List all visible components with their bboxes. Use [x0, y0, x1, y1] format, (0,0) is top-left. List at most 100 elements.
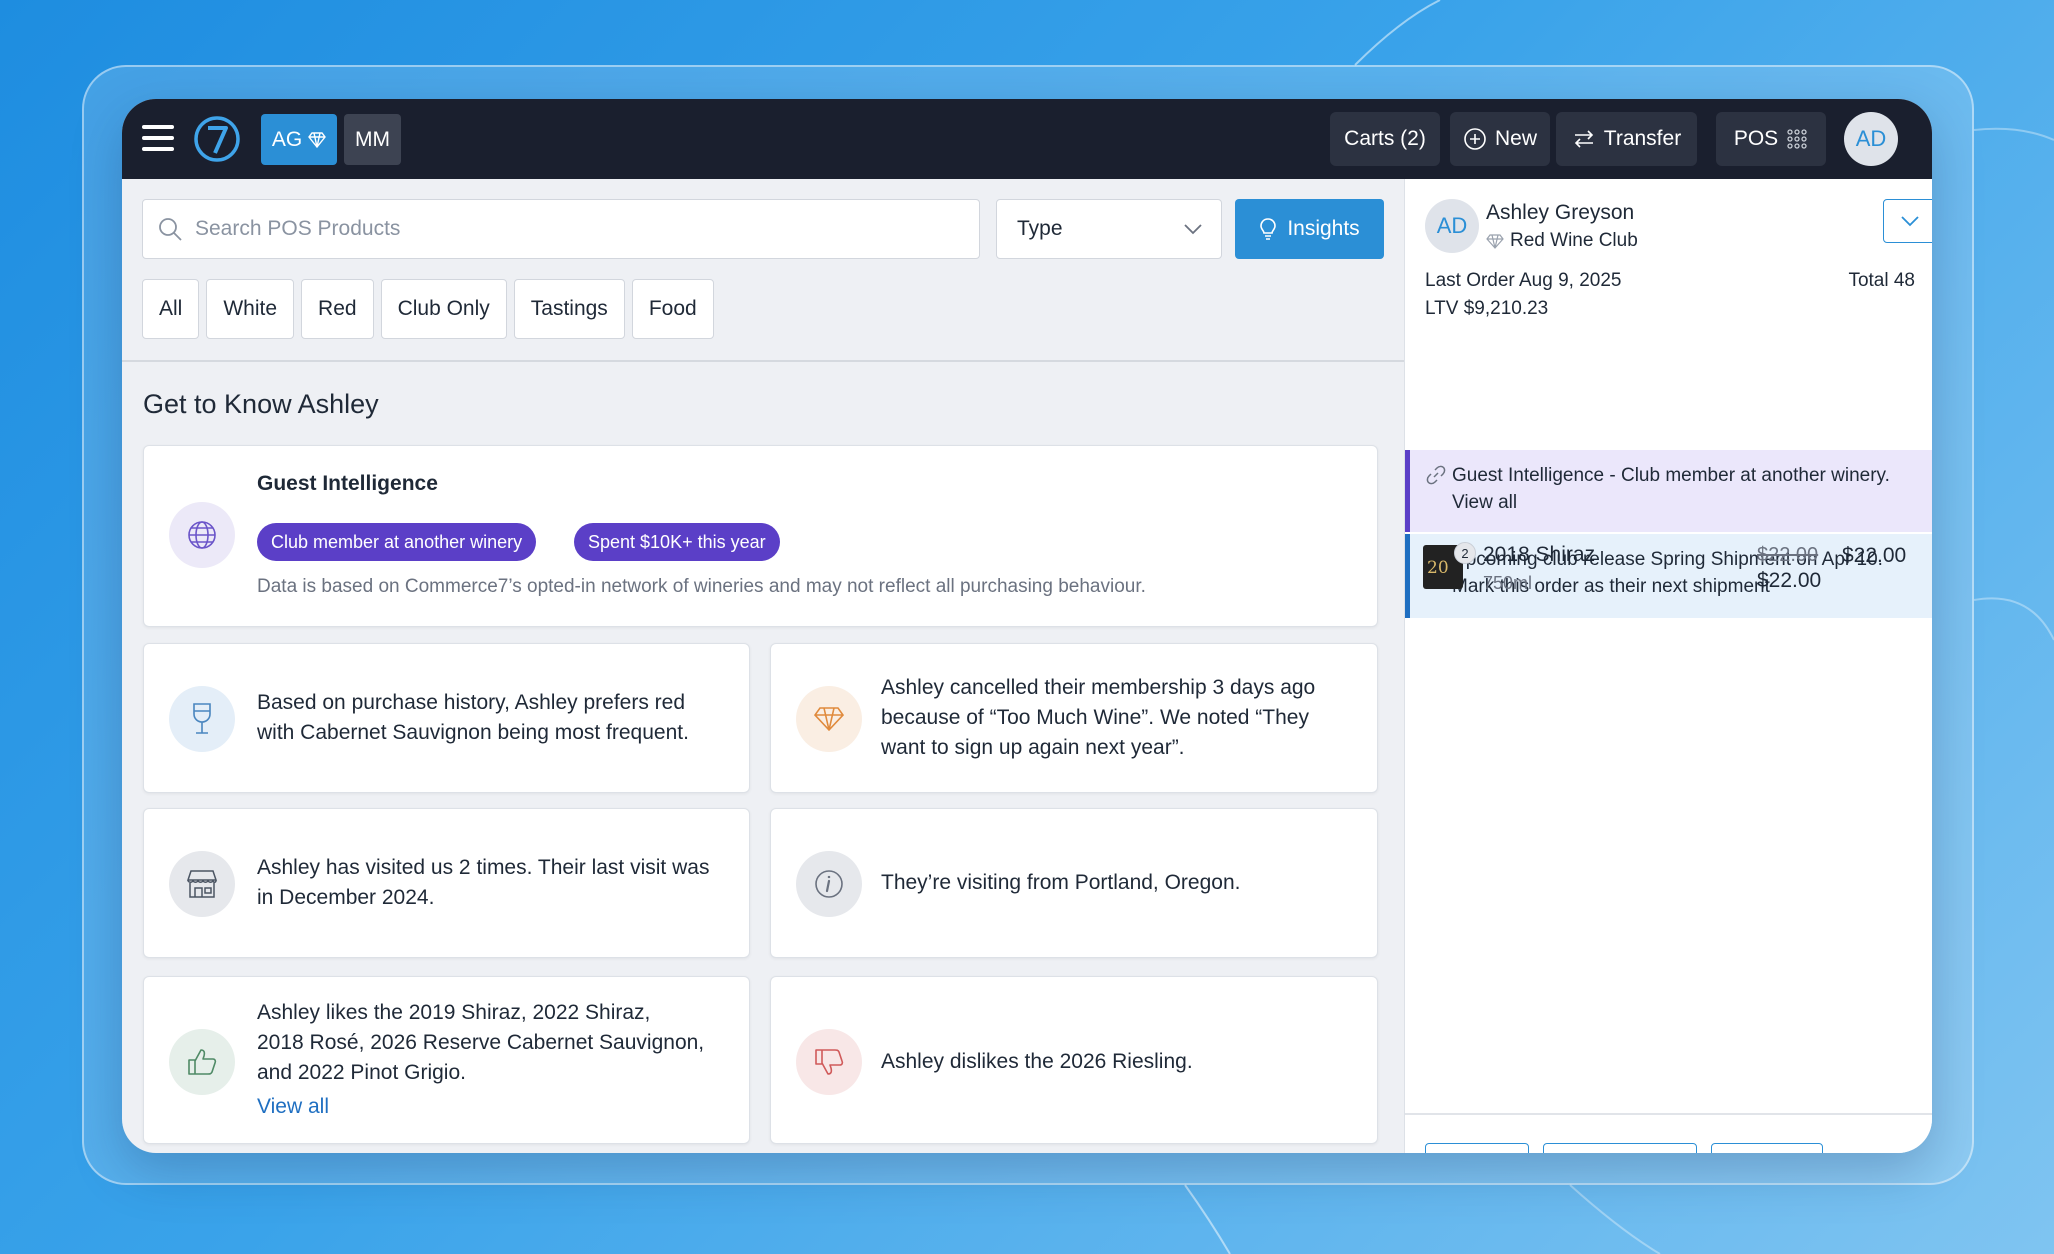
guest-intelligence-title: Guest Intelligence — [257, 472, 438, 495]
avatar-initials: AD — [1855, 126, 1887, 151]
transfer-label: Transfer — [1603, 127, 1682, 150]
cart-pane: AD Ashley Greyson Red Wine Club Last Ord… — [1404, 179, 1932, 1153]
product-label-text: 20 — [1427, 558, 1449, 578]
last-order: Last Order Aug 9, 2025 — [1425, 270, 1622, 291]
carts-label: Carts (2) — [1344, 127, 1426, 150]
menu-icon[interactable] — [142, 125, 174, 151]
guest-intelligence-note: Data is based on Commerce7’s opted-in ne… — [257, 576, 1146, 597]
filter-tastings[interactable]: Tastings — [513, 279, 625, 339]
visits-text: Ashley has visited us 2 times. Their las… — [257, 853, 709, 913]
chevron-down-icon — [1900, 216, 1919, 227]
section-title: Get to Know Ashley — [143, 389, 379, 419]
user-initials-ag: AG — [271, 127, 303, 151]
guest-intelligence-card: Guest Intelligence Club member at anothe… — [143, 445, 1378, 627]
wine-glass-icon — [169, 686, 235, 752]
customer-expand-button[interactable] — [1883, 199, 1932, 243]
user-avatar[interactable]: AD — [1844, 112, 1898, 166]
likes-view-all-link[interactable]: View all — [257, 1092, 704, 1122]
user-switch-mm[interactable]: MM — [344, 114, 401, 165]
visits-line: Ashley has visited us 2 times. Their las… — [257, 856, 710, 879]
customer-name[interactable]: Ashley Greyson — [1486, 201, 1634, 225]
cart-item-size: 750ml — [1483, 573, 1533, 593]
cart-item-original-price: $22.00 — [1757, 544, 1819, 566]
filter-all[interactable]: All — [142, 279, 200, 339]
top-bar: AG MM Carts (2) New Transfer POS AD — [122, 99, 1932, 179]
commerce7-logo-icon[interactable] — [192, 114, 242, 164]
cart-item-unit-price: $22.00 — [1757, 569, 1822, 592]
preference-text: Based on purchase history, Ashley prefer… — [257, 688, 689, 748]
products-pane: Search POS Products Type Insights All Wh… — [122, 179, 1404, 1153]
insights-label: Insights — [1287, 217, 1360, 240]
cart-action-button[interactable] — [1711, 1143, 1823, 1153]
new-label: New — [1494, 127, 1537, 150]
transfer-button[interactable]: Transfer — [1556, 112, 1697, 166]
pos-apps-button[interactable]: POS — [1716, 112, 1826, 166]
carts-button[interactable]: Carts (2) — [1330, 112, 1440, 166]
likes-text: Ashley likes the 2019 Shiraz, 2022 Shira… — [257, 998, 704, 1122]
location-text: They’re visiting from Portland, Oregon. — [881, 871, 1241, 894]
filter-food[interactable]: Food — [631, 279, 714, 339]
new-button[interactable]: New — [1450, 112, 1550, 166]
quantity-badge: 2 — [1454, 542, 1476, 564]
dislikes-card: Ashley dislikes the 2026 Riesling. — [770, 976, 1378, 1144]
cart-item-name[interactable]: 2018 Shiraz — [1483, 543, 1595, 567]
location-card: They’re visiting from Portland, Oregon. — [770, 808, 1378, 958]
membership-card: Ashley cancelled their membership 3 days… — [770, 643, 1378, 793]
filters-divider — [122, 360, 1404, 362]
type-select-value: Type — [1017, 217, 1063, 240]
membership-line: Ashley cancelled their membership 3 days… — [881, 676, 1316, 699]
search-input[interactable]: Search POS Products — [195, 217, 400, 241]
chevron-down-icon — [1184, 224, 1202, 235]
membership-line: want to sign up again next year”. — [881, 736, 1185, 759]
cart-item-line-total: $22.00 — [1842, 544, 1907, 567]
thumbs-up-icon — [169, 1029, 235, 1095]
cart-action-button[interactable] — [1543, 1143, 1697, 1153]
transfer-arrows-icon — [1574, 130, 1593, 148]
likes-card: Ashley likes the 2019 Shiraz, 2022 Shira… — [143, 976, 750, 1144]
preference-card: Based on purchase history, Ashley prefer… — [143, 643, 750, 793]
link-icon — [1426, 465, 1446, 485]
thumbs-down-icon — [796, 1029, 862, 1095]
visits-line: in December 2024. — [257, 886, 435, 909]
grid-dots-icon — [1787, 129, 1807, 149]
plus-circle-icon — [1464, 128, 1486, 150]
cart-footer-divider — [1405, 1113, 1932, 1115]
pos-app-window: AG MM Carts (2) New Transfer POS AD Sear… — [122, 99, 1932, 1153]
badge-spent: Spent $10K+ this year — [574, 523, 780, 561]
customer-ltv: LTV $9,210.23 — [1425, 298, 1549, 319]
guest-intelligence-notice-text: Guest Intelligence - Club member at anot… — [1452, 465, 1890, 513]
diamond-icon — [796, 686, 862, 752]
insights-button[interactable]: Insights — [1235, 199, 1384, 259]
guest-intelligence-notice[interactable]: Guest Intelligence - Club member at anot… — [1405, 450, 1932, 532]
badge-club-member: Club member at another winery — [257, 523, 537, 561]
likes-line: and 2022 Pinot Grigio. — [257, 1061, 466, 1084]
search-icon — [159, 218, 182, 241]
user-switch-ag[interactable]: AG — [261, 114, 337, 165]
storefront-icon — [169, 851, 235, 917]
visits-card: Ashley has visited us 2 times. Their las… — [143, 808, 750, 958]
lightbulb-icon — [1260, 218, 1277, 240]
cart-action-button[interactable] — [1425, 1143, 1529, 1153]
order-total: Total 48 — [1848, 270, 1915, 291]
customer-initials: AD — [1436, 213, 1468, 238]
preference-line: Based on purchase history, Ashley prefer… — [257, 691, 686, 714]
filter-white[interactable]: White — [206, 279, 295, 339]
info-icon — [796, 851, 862, 917]
user-initials-mm: MM — [355, 127, 390, 151]
dislikes-text: Ashley dislikes the 2026 Riesling. — [881, 1050, 1193, 1073]
type-select[interactable]: Type — [996, 199, 1222, 259]
search-box[interactable]: Search POS Products — [142, 199, 980, 259]
diamond-icon — [1486, 233, 1504, 249]
filter-red[interactable]: Red — [301, 279, 374, 339]
filter-club-only[interactable]: Club Only — [380, 279, 507, 339]
customer-club-label: Red Wine Club — [1510, 230, 1638, 251]
customer-club: Red Wine Club — [1486, 230, 1638, 252]
diamond-icon — [308, 131, 327, 148]
pos-label: POS — [1733, 127, 1779, 150]
globe-icon — [169, 502, 235, 568]
preference-line: with Cabernet Sauvignon being most frequ… — [257, 721, 689, 744]
category-filters: All White Red Club Only Tastings Food — [142, 279, 714, 339]
likes-line: Ashley likes the 2019 Shiraz, 2022 Shira… — [257, 1001, 651, 1024]
likes-line: 2018 Rosé, 2026 Reserve Cabernet Sauvign… — [257, 1031, 705, 1054]
customer-avatar[interactable]: AD — [1425, 199, 1479, 253]
